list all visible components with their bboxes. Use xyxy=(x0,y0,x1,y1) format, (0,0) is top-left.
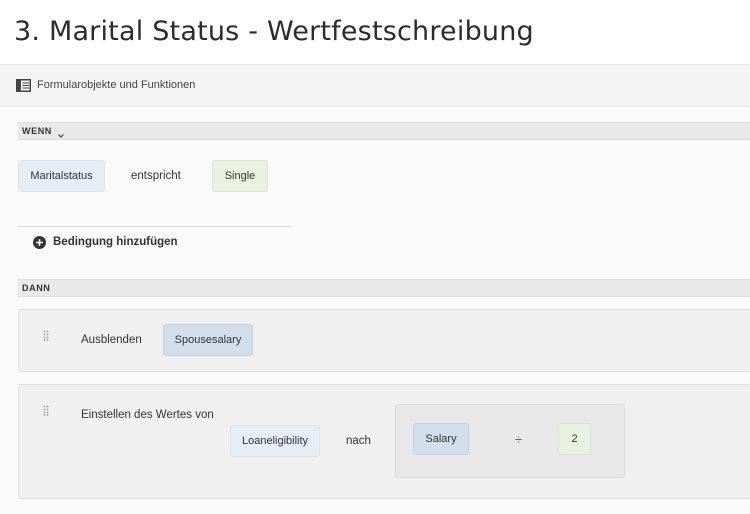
expression-value-token[interactable]: 2 xyxy=(558,423,591,455)
chevron-down-icon[interactable] xyxy=(57,127,65,138)
condition-divider xyxy=(18,226,291,227)
action-card[interactable] xyxy=(18,384,750,499)
expression-operator[interactable]: ÷ xyxy=(515,432,522,447)
action-target-token[interactable]: Loaneligibility xyxy=(230,425,320,457)
action-target-token[interactable]: Spousesalary xyxy=(163,324,253,356)
plus-circle-icon xyxy=(33,235,46,249)
action-connector: nach xyxy=(346,435,371,447)
expression-operand-token[interactable]: Salary xyxy=(413,423,469,455)
condition-operator[interactable]: entspricht xyxy=(131,170,181,182)
drag-handle-icon[interactable] xyxy=(43,403,49,416)
action-verb[interactable]: Einstellen des Wertes von xyxy=(81,409,214,421)
toolbar: Formularobjekte und Funktionen xyxy=(0,65,750,107)
then-label: DANN xyxy=(22,283,51,293)
drag-handle-icon[interactable] xyxy=(43,328,49,341)
action-verb[interactable]: Ausblenden xyxy=(81,334,142,346)
page-title: 3. Marital Status - Wertfestschreibung xyxy=(14,16,534,47)
condition-value-token[interactable]: Single xyxy=(212,160,268,192)
condition-field-token[interactable]: Maritalstatus xyxy=(18,160,105,192)
when-section-header[interactable]: WENN xyxy=(18,122,750,140)
when-label: WENN xyxy=(22,126,52,136)
then-section-header[interactable]: DANN xyxy=(18,279,750,297)
add-condition-label: Bedingung hinzufügen xyxy=(53,236,178,248)
toolbar-label[interactable]: Formularobjekte und Funktionen xyxy=(37,79,195,91)
add-condition-button[interactable]: Bedingung hinzufügen xyxy=(33,234,178,250)
panel-icon[interactable] xyxy=(16,79,31,92)
